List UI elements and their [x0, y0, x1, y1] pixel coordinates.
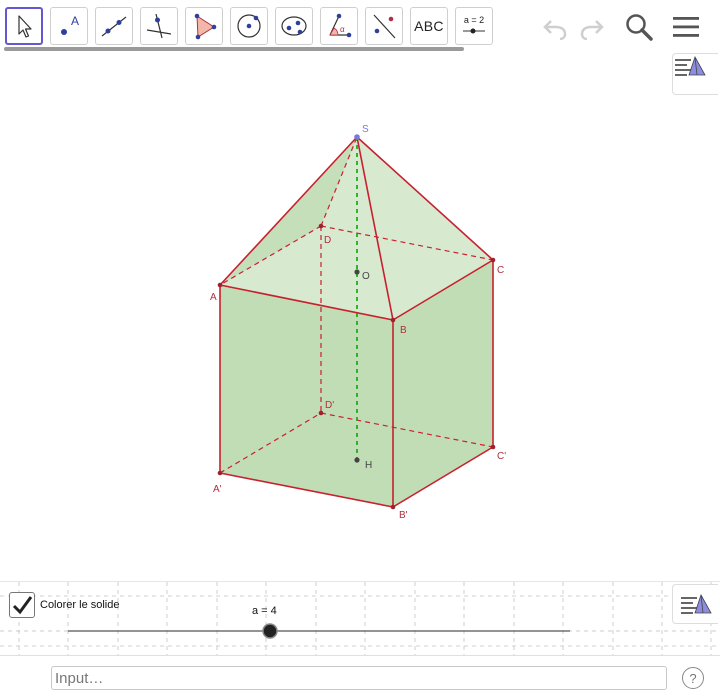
hamburger-menu-icon	[673, 17, 699, 37]
style-bar-icon	[675, 56, 706, 76]
label-A: A	[210, 292, 217, 303]
redo-icon	[580, 20, 604, 40]
checkbox-label: Colorer le solide	[40, 599, 120, 611]
point-B[interactable]	[390, 317, 396, 323]
undo-button[interactable]	[538, 10, 572, 44]
search-icon	[626, 14, 653, 41]
search-button[interactable]	[622, 10, 656, 44]
colorer-le-solide-checkbox-wrap[interactable]: Colorer le solide	[9, 592, 119, 618]
ellipse-icon	[281, 16, 307, 36]
point-H[interactable]	[354, 457, 360, 463]
label-S: S	[362, 124, 369, 135]
reflect-tool-button[interactable]	[365, 7, 403, 45]
point-S[interactable]	[354, 134, 360, 140]
polygon-icon	[194, 13, 217, 40]
point-A-prime[interactable]	[217, 470, 223, 476]
angle-tool-button[interactable]: α	[320, 7, 358, 45]
slider-tool-label: a = 2	[464, 15, 484, 25]
slider-a-label: a = 4	[252, 605, 277, 617]
geogebra-app: A α ABC a = 2 S A B C D O A' B' C' D' H …	[0, 0, 720, 700]
perpendicular-line-tool-button[interactable]	[140, 7, 178, 45]
construction-canvas[interactable]: S A B C D O A' B' C' D' H	[0, 52, 720, 574]
help-icon: ?	[689, 670, 697, 686]
label-B: B	[400, 325, 407, 336]
slider-a-handle[interactable]	[262, 623, 278, 639]
point-D-prime[interactable]	[318, 410, 324, 416]
svg-text:A: A	[71, 14, 79, 28]
circle-center-point-tool-button[interactable]	[230, 7, 268, 45]
line-through-points-icon	[101, 16, 127, 37]
text-tool-button[interactable]: ABC	[410, 7, 448, 45]
point-D[interactable]	[318, 223, 324, 229]
point-C-prime[interactable]	[490, 444, 496, 450]
undo-icon	[543, 20, 567, 40]
point-O[interactable]	[354, 269, 360, 275]
angle-icon: α	[329, 13, 352, 38]
graphics-2-style-bar-toggle[interactable]	[672, 584, 718, 624]
label-H: H	[365, 460, 372, 471]
algebra-input[interactable]	[51, 666, 667, 690]
redo-button[interactable]	[575, 10, 609, 44]
label-A-prime: A'	[213, 484, 222, 495]
graphics-view-2[interactable]: Colorer le solide a = 4	[0, 581, 720, 656]
slider-icon: a = 2	[463, 15, 485, 34]
svg-text:α: α	[340, 25, 345, 34]
ellipse-tool-button[interactable]	[275, 7, 313, 45]
graphics-view[interactable]: S A B C D O A' B' C' D' H	[0, 52, 720, 574]
colorer-le-solide-checkbox[interactable]	[9, 592, 35, 618]
graphics-style-bar-toggle[interactable]	[672, 53, 718, 95]
label-B-prime: B'	[399, 510, 408, 521]
style-bar-2-icon	[680, 594, 712, 614]
label-O: O	[362, 271, 370, 282]
slider-tool-button[interactable]: a = 2	[455, 7, 493, 45]
prism-face-front	[220, 285, 393, 507]
perpendicular-line-icon	[146, 13, 172, 39]
circle-center-point-icon	[237, 14, 261, 38]
point-C[interactable]	[490, 257, 496, 263]
label-D: D	[324, 235, 331, 246]
checkmark-icon	[12, 596, 33, 615]
line-tool-button[interactable]	[95, 7, 133, 45]
toolbar-scrollbar[interactable]	[4, 47, 464, 51]
input-bar: ?	[0, 655, 720, 700]
reflect-about-line-icon	[373, 14, 396, 39]
point-A[interactable]	[217, 282, 223, 288]
label-D-prime: D'	[325, 400, 334, 411]
cursor-arrow-icon	[18, 15, 32, 38]
input-help-button[interactable]: ?	[682, 667, 704, 689]
point-tool-button[interactable]: A	[50, 7, 88, 45]
point-B-prime[interactable]	[390, 504, 396, 510]
point-icon: A	[61, 14, 79, 35]
toolbar: A α ABC a = 2	[0, 0, 720, 52]
label-C: C	[497, 265, 504, 276]
move-tool-button[interactable]	[5, 7, 43, 45]
main-menu-button[interactable]	[669, 10, 703, 44]
polygon-tool-button[interactable]	[185, 7, 223, 45]
text-tool-label: ABC	[414, 18, 444, 34]
label-C-prime: C'	[497, 451, 506, 462]
